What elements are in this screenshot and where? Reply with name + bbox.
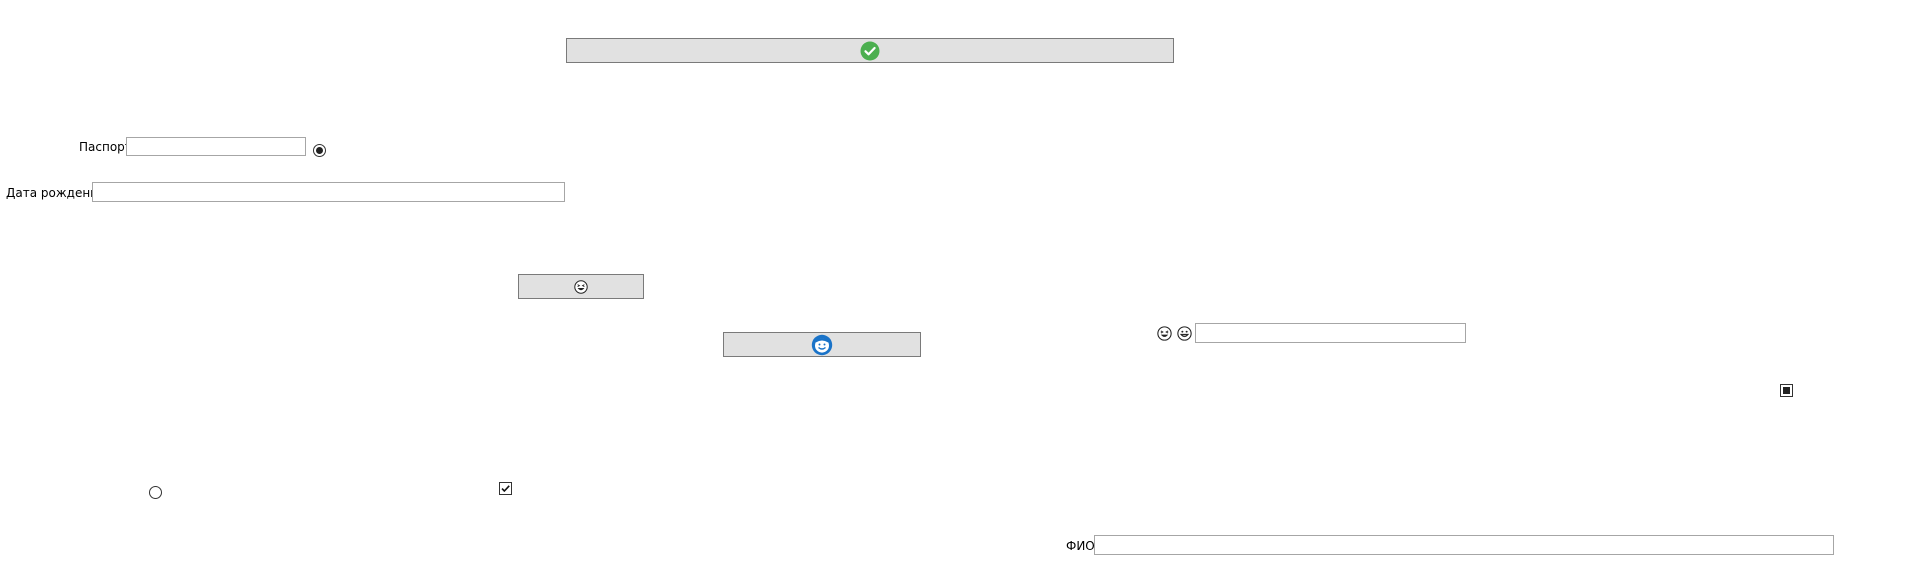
bottom-radio[interactable]	[149, 486, 162, 499]
green-check-circle-icon	[860, 41, 880, 60]
grinning-squint-face-icon	[1157, 326, 1172, 341]
birth-date-input[interactable]	[92, 182, 565, 202]
blue-face-button[interactable]	[723, 332, 921, 357]
passport-input[interactable]	[126, 137, 306, 156]
fio-label: ФИО	[1066, 539, 1095, 553]
confirm-button[interactable]	[566, 38, 1174, 63]
grinning-face-icon	[1177, 326, 1192, 341]
checkmark-icon	[501, 485, 510, 492]
passport-label: Паспорт	[79, 140, 132, 154]
blue-face-circle-icon	[811, 334, 833, 355]
birth-date-label: Дата рождения	[6, 186, 106, 200]
bottom-checkbox[interactable]	[499, 482, 512, 495]
emoji-button[interactable]	[518, 274, 644, 299]
right-checkbox[interactable]	[1780, 384, 1793, 397]
fio-input[interactable]	[1094, 535, 1834, 555]
grinning-squint-face-icon	[574, 279, 588, 294]
passport-radio[interactable]	[313, 144, 326, 157]
emoji-text-input[interactable]	[1195, 323, 1466, 343]
